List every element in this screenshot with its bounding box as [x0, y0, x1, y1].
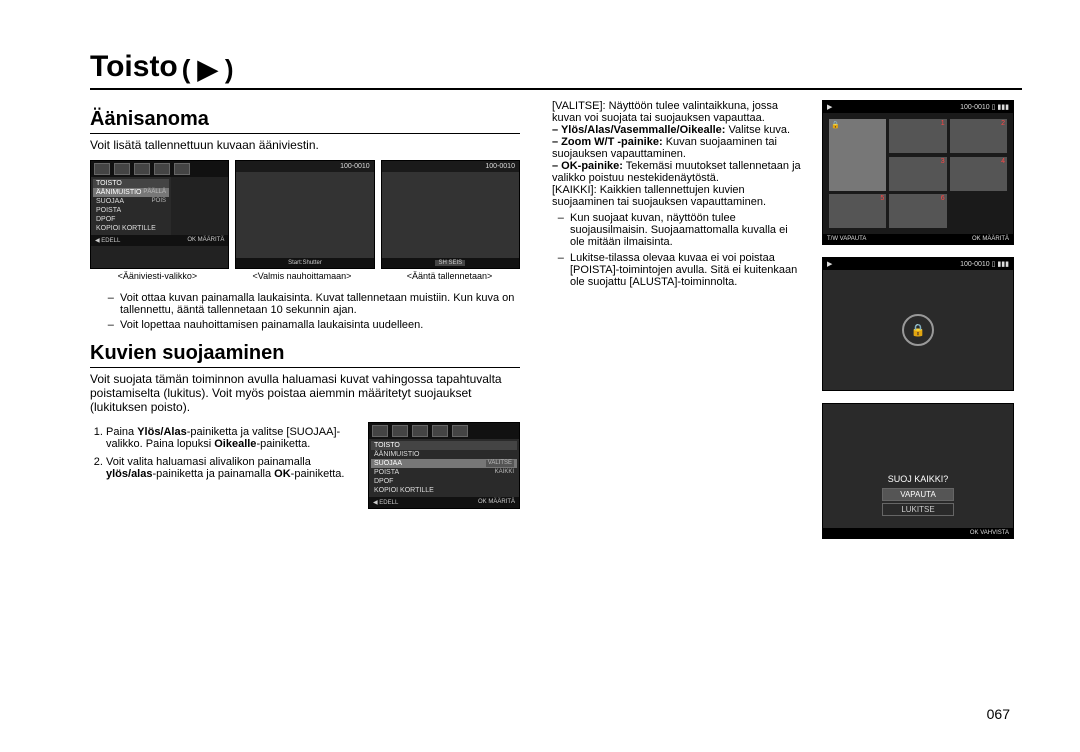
menu-item[interactable]: DPOF — [374, 478, 393, 485]
menu-header: TOISTO — [371, 441, 517, 450]
section1-intro: Voit lisätä tallennettuun kuvaan äänivie… — [90, 138, 520, 152]
tab-icon — [432, 425, 448, 437]
menu-item[interactable]: DPOF — [96, 216, 115, 223]
screen-voice-menu: TOISTO ÄÄNIMUISTIOPÄÄLLÄ SUOJAAPOIS POIS… — [90, 160, 229, 269]
ok-label[interactable]: OK MÄÄRITÄ — [972, 236, 1009, 242]
page-number: 067 — [987, 706, 1010, 722]
dialog-title: SUOJ KAIKKI? — [843, 474, 993, 484]
def-row: – OK-painike: Tekemäsi muutokset tallenn… — [552, 160, 804, 184]
caption: <Valmis nauhoittamaan> — [253, 271, 352, 281]
step: Paina Ylös/Alas-painiketta ja valitse [S… — [106, 426, 360, 450]
ok-label[interactable]: OK MÄÄRITÄ — [187, 237, 224, 244]
screen-protect-all-dialog: SUOJ KAIKKI? VAPAUTA LUKITSE OK VAHVISTA — [822, 403, 1014, 539]
back-label[interactable]: ◀ EDELL — [373, 499, 398, 506]
section2-intro: Voit suojata tämän toiminnon avulla halu… — [90, 372, 520, 414]
screen-recording: 100-0010 SH SEIS — [381, 160, 520, 269]
def-row: – Zoom W/T -painike: Kuvan suojaaminen t… — [552, 136, 804, 160]
ok-confirm[interactable]: OK VAHVISTA — [970, 530, 1009, 536]
menu-item[interactable]: KOPIOI KORTILLE — [96, 225, 156, 232]
thumbnail[interactable]: 🔒 — [829, 119, 886, 191]
def-row: [VALITSE]: Näyttöön tulee valintaikkuna,… — [552, 100, 804, 124]
thumbnail[interactable]: 6 — [889, 194, 946, 228]
menu-header: TOISTO — [93, 179, 169, 188]
thumbnail[interactable]: 1 — [889, 119, 946, 153]
tab-icon — [372, 425, 388, 437]
menu-item[interactable]: ÄÄNIMUISTIO — [96, 189, 142, 196]
option-lock[interactable]: LUKITSE — [882, 503, 954, 516]
bullet: Kun suojaat kuvan, näyttöön tulee suojau… — [570, 212, 804, 248]
menu-item[interactable]: KOPIOI KORTILLE — [374, 487, 434, 494]
thumbnail[interactable]: 2 — [950, 119, 1007, 153]
lock-icon: 🔒 — [902, 314, 934, 346]
start-button[interactable]: Start:Shutter — [288, 260, 322, 266]
tab-icon — [452, 425, 468, 437]
tab-icon — [392, 425, 408, 437]
menu-item[interactable]: SUOJAA — [96, 198, 124, 205]
caption: <Ääniviesti-valikko> — [118, 271, 198, 281]
back-label[interactable]: ◀ EDELL — [95, 237, 120, 244]
tab-icon — [114, 163, 130, 175]
tab-icon — [412, 425, 428, 437]
section2-heading: Kuvien suojaaminen — [90, 342, 520, 368]
thumbnail[interactable]: 3 — [889, 157, 946, 191]
ok-label[interactable]: OK MÄÄRITÄ — [478, 499, 515, 506]
play-icon: ( ▶ ) — [182, 54, 234, 85]
play-icon: ▶ — [827, 103, 832, 111]
note: Voit ottaa kuvan painamalla laukaisinta.… — [120, 292, 520, 316]
thumbnail[interactable]: 4 — [950, 157, 1007, 191]
tab-icon — [94, 163, 110, 175]
thumbnail[interactable]: 5 — [829, 194, 886, 228]
counter: 100-0010 — [340, 163, 370, 170]
menu-item[interactable]: ÄÄNIMUISTIO — [374, 451, 420, 458]
menu-item[interactable]: SUOJAA — [374, 460, 402, 467]
section1-heading: Äänisanoma — [90, 108, 520, 134]
menu-item[interactable]: POISTA — [96, 207, 121, 214]
note: Voit lopettaa nauhoittamisen painamalla … — [120, 319, 520, 331]
screen-thumbnail-select: ▶ 100-0010 ▯ ▮▮▮ 🔒 1 2 3 4 5 6 T/W VAPAUT… — [822, 100, 1014, 245]
tab-icon — [174, 163, 190, 175]
release-label[interactable]: T/W VAPAUTA — [827, 236, 866, 242]
counter: 100-0010 ▯ ▮▮▮ — [960, 260, 1009, 268]
counter: 100-0010 ▯ ▮▮▮ — [960, 103, 1009, 111]
def-row: – Ylös/Alas/Vasemmalle/Oikealle: Valitse… — [552, 124, 804, 136]
caption: <Ääntä tallennetaan> — [407, 271, 493, 281]
screen-ready-record: 100-0010 Start:Shutter — [235, 160, 374, 269]
def-row: [KAIKKI]: Kaikkien tallennettujen kuvien… — [552, 184, 804, 208]
tab-icon — [154, 163, 170, 175]
play-icon: ▶ — [827, 260, 832, 268]
bullet: Lukitse-tilassa olevaa kuvaa ei voi pois… — [570, 252, 804, 288]
tab-icon — [134, 163, 150, 175]
step: Voit valita haluamasi alivalikon painama… — [106, 456, 360, 480]
menu-item[interactable]: POISTA — [374, 469, 399, 476]
counter: 100-0010 — [485, 163, 515, 170]
screen-protect-menu: TOISTO ÄÄNIMUISTIO SUOJAAVALITSE POISTAK… — [368, 422, 520, 509]
page-title: Toisto — [90, 50, 178, 88]
stop-button[interactable]: SH SEIS — [435, 260, 465, 266]
option-release[interactable]: VAPAUTA — [882, 488, 954, 501]
screen-locked-image: ▶ 100-0010 ▯ ▮▮▮ 🔒 — [822, 257, 1014, 391]
